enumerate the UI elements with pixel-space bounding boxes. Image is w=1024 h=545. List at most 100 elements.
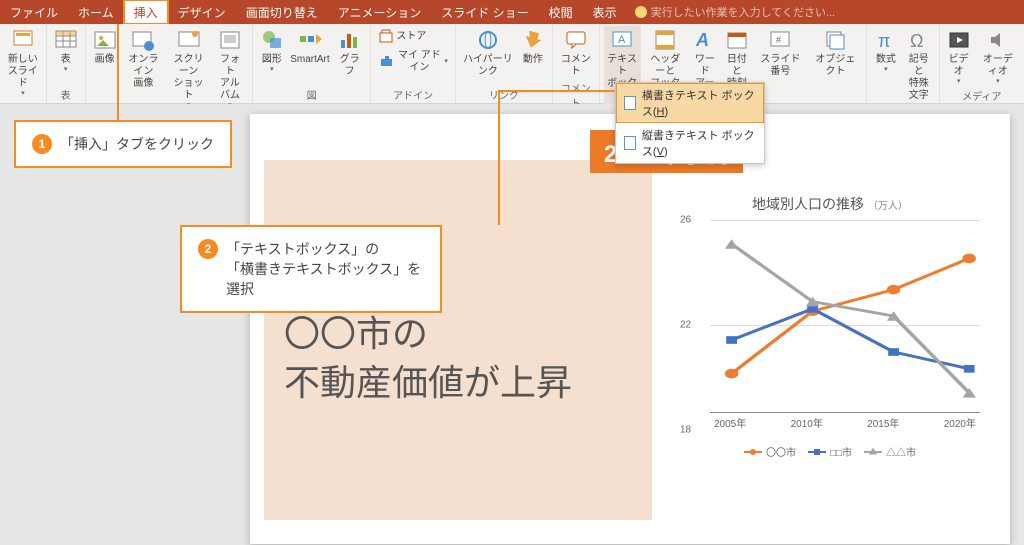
group-label-tables: 表 bbox=[61, 87, 71, 103]
audio-icon bbox=[986, 28, 1010, 52]
slide-title: 〇〇市の 不動産価値が上昇 bbox=[284, 310, 572, 407]
dropdown-horizontal-label: 横書きテキスト ボックス(H) bbox=[642, 87, 756, 119]
callout-2-num: 2 bbox=[198, 239, 218, 259]
date-time-icon bbox=[725, 28, 749, 52]
tab-slideshow[interactable]: スライド ショー bbox=[431, 0, 538, 24]
equation-button[interactable]: π 数式▾ bbox=[871, 26, 901, 76]
ytick-18: 18 bbox=[680, 425, 691, 436]
chart-button[interactable]: グラフ bbox=[333, 26, 366, 80]
tell-me-search[interactable]: 実行したい作業を入力してください... bbox=[627, 4, 1024, 20]
hyperlink-icon bbox=[476, 28, 500, 52]
hyperlink-label: ハイパーリンク bbox=[463, 54, 513, 78]
dropdown-vertical-label: 縦書きテキスト ボックス(V) bbox=[642, 127, 756, 159]
shapes-icon bbox=[260, 28, 284, 52]
slide-number-label: スライド番号 bbox=[757, 54, 804, 78]
action-button[interactable]: 動作 bbox=[518, 26, 548, 68]
legend-item-0: 〇〇市 bbox=[744, 444, 796, 459]
object-label: オブジェクト bbox=[812, 54, 859, 78]
action-label: 動作 bbox=[523, 54, 543, 66]
tab-insert[interactable]: 挿入 bbox=[124, 0, 168, 24]
group-tables: 表▾ 表 bbox=[47, 24, 86, 103]
audio-label: オーディオ bbox=[979, 54, 1017, 78]
tab-transitions[interactable]: 画面切り替え bbox=[236, 0, 328, 24]
textbox-dropdown: 横書きテキスト ボックス(H) 縦書きテキスト ボックス(V) bbox=[615, 82, 765, 164]
symbol-label: 記号と 特殊文字 bbox=[906, 54, 932, 102]
screenshot-label: スクリーン ショット bbox=[170, 54, 207, 102]
callout-1-num: 1 bbox=[32, 134, 52, 154]
comment-label: コメント bbox=[560, 54, 592, 78]
svg-text:Ω: Ω bbox=[910, 31, 923, 51]
chart-lines bbox=[710, 220, 980, 412]
hyperlink-button[interactable]: ハイパーリンク bbox=[460, 26, 516, 80]
photo-album-icon bbox=[218, 28, 242, 52]
video-icon bbox=[947, 28, 971, 52]
svg-text:#: # bbox=[776, 35, 781, 45]
table-button[interactable]: 表▾ bbox=[51, 26, 81, 76]
video-label: ビデオ bbox=[947, 54, 971, 78]
store-button[interactable]: ストア bbox=[375, 26, 451, 48]
video-button[interactable]: ビデオ▾ bbox=[944, 26, 974, 88]
my-addins-label: マイ アドイン bbox=[396, 50, 442, 74]
chart-title: 地域別人口の推移 （万人） bbox=[680, 194, 980, 214]
comment-icon bbox=[564, 28, 588, 52]
workspace: 2025年予測 〇〇市の 不動産価値が上昇 地域別人口の推移 （万人） 26 2… bbox=[0, 104, 1024, 545]
table-label: 表 bbox=[61, 54, 71, 66]
new-slide-icon bbox=[11, 28, 35, 52]
tell-me-placeholder: 実行したい作業を入力してください... bbox=[651, 4, 836, 20]
store-label: ストア bbox=[396, 31, 426, 43]
chart-label: グラフ bbox=[336, 54, 363, 78]
ytick-26: 26 bbox=[680, 215, 691, 226]
slide-canvas[interactable]: 2025年予測 〇〇市の 不動産価値が上昇 地域別人口の推移 （万人） 26 2… bbox=[250, 114, 1010, 544]
equation-label: 数式 bbox=[876, 54, 896, 66]
group-addins: ストア マイ アドイン▾ アドイン bbox=[371, 24, 456, 103]
wordart-icon: A bbox=[693, 28, 717, 52]
object-button[interactable]: オブジェクト bbox=[809, 26, 862, 80]
pictures-button[interactable]: 画像 bbox=[90, 26, 120, 68]
online-pictures-button[interactable]: オンライン 画像 bbox=[122, 26, 165, 92]
store-icon bbox=[378, 28, 394, 44]
tab-home[interactable]: ホーム bbox=[68, 0, 124, 24]
photo-album-label: フォト アルバム bbox=[215, 54, 245, 102]
pictures-label: 画像 bbox=[95, 54, 115, 66]
chart-legend: 〇〇市 □□市 △△市 bbox=[680, 444, 980, 459]
screenshot-icon bbox=[177, 28, 201, 52]
group-slides: 新しい スライド▾ スライド bbox=[0, 24, 47, 103]
group-images: 画像 オンライン 画像 スクリーン ショット▾ フォト アルバム▾ 画像 bbox=[86, 24, 253, 103]
dropdown-vertical-textbox[interactable]: 縦書きテキスト ボックス(V) bbox=[616, 123, 764, 163]
slide-number-icon: # bbox=[768, 28, 792, 52]
callout-1: 1 「挿入」タブをクリック bbox=[14, 120, 232, 168]
new-slide-button[interactable]: 新しい スライド▾ bbox=[4, 26, 42, 100]
dropdown-horizontal-textbox[interactable]: 横書きテキスト ボックス(H) bbox=[616, 83, 764, 123]
chart-icon bbox=[338, 28, 362, 52]
group-label-media: メディア bbox=[962, 88, 1001, 104]
tab-animations[interactable]: アニメーション bbox=[328, 0, 432, 24]
group-symbols: π 数式▾ Ω 記号と 特殊文字 記号と特殊文字 bbox=[867, 24, 940, 103]
group-label-illustrations: 図 bbox=[307, 87, 317, 103]
chart: 地域別人口の推移 （万人） 26 22 18 bbox=[680, 194, 980, 494]
shapes-label: 図形 bbox=[262, 54, 282, 66]
smartart-label: SmartArt bbox=[290, 54, 329, 66]
tab-file[interactable]: ファイル bbox=[0, 0, 68, 24]
tab-design[interactable]: デザイン bbox=[168, 0, 236, 24]
lightbulb-icon bbox=[635, 6, 647, 18]
smartart-icon bbox=[298, 28, 322, 52]
symbol-button[interactable]: Ω 記号と 特殊文字 bbox=[903, 26, 935, 104]
tab-review[interactable]: 校閲 bbox=[539, 0, 583, 24]
shapes-button[interactable]: 図形▾ bbox=[257, 26, 287, 76]
header-footer-icon bbox=[653, 28, 677, 52]
comment-button[interactable]: コメント bbox=[557, 26, 595, 80]
online-pictures-label: オンライン 画像 bbox=[125, 54, 162, 90]
photo-album-button[interactable]: フォト アルバム▾ bbox=[212, 26, 248, 112]
tab-view[interactable]: 表示 bbox=[583, 0, 627, 24]
online-pictures-icon bbox=[131, 28, 155, 52]
ribbon-tabs: ファイル ホーム 挿入 デザイン 画面切り替え アニメーション スライド ショー… bbox=[0, 0, 1024, 24]
callout-2: 2 「テキストボックス」の 「横書きテキストボックス」を 選択 bbox=[180, 225, 442, 313]
smartart-button[interactable]: SmartArt bbox=[289, 26, 331, 68]
audio-button[interactable]: オーディオ▾ bbox=[976, 26, 1020, 88]
svg-text:A: A bbox=[618, 34, 626, 46]
horizontal-textbox-icon bbox=[624, 96, 636, 110]
screenshot-button[interactable]: スクリーン ショット▾ bbox=[167, 26, 210, 112]
symbol-icon: Ω bbox=[907, 28, 931, 52]
slide-number-button[interactable]: # スライド番号 bbox=[754, 26, 807, 80]
my-addins-button[interactable]: マイ アドイン▾ bbox=[375, 48, 451, 76]
